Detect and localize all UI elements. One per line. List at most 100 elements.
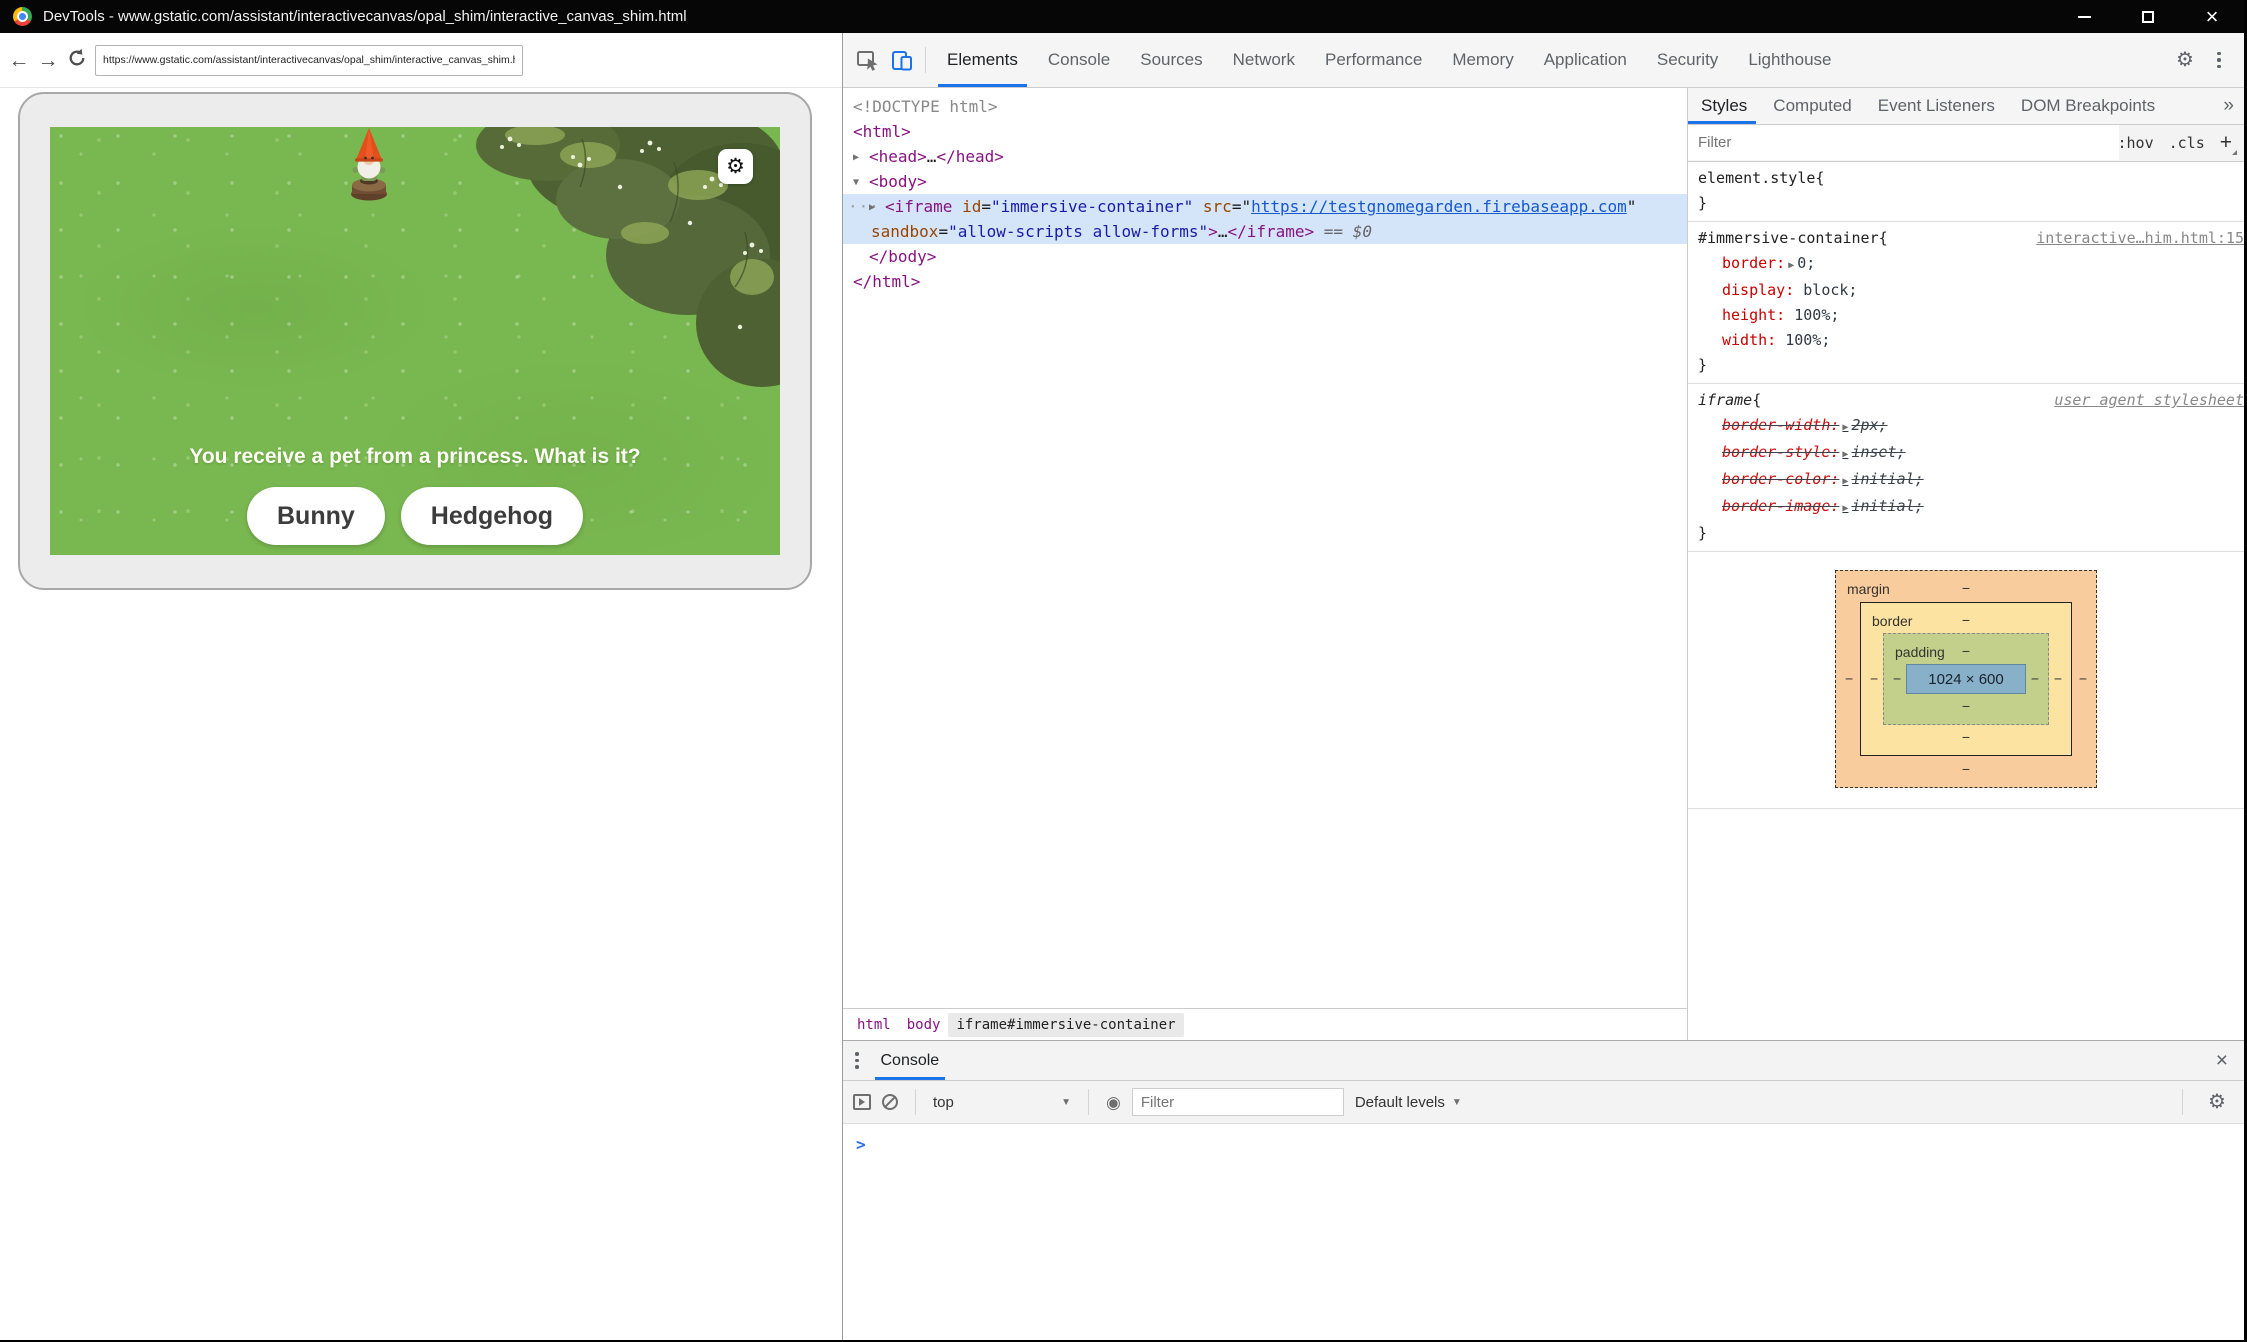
rule-source-link[interactable]: user agent stylesheet bbox=[2054, 388, 2244, 413]
devtools-tab-network[interactable]: Network bbox=[1218, 33, 1310, 87]
rule-source-link[interactable]: interactive…him.html:15 bbox=[2036, 226, 2244, 251]
dom-tree-line[interactable]: </html> bbox=[843, 269, 1687, 294]
breadcrumb-item[interactable]: iframe#immersive-container bbox=[948, 1013, 1183, 1037]
expand-arrow-icon[interactable]: ▶ bbox=[1842, 449, 1848, 460]
code-token: sandbox bbox=[871, 222, 938, 241]
expand-arrow-icon[interactable]: ▼ bbox=[853, 170, 859, 195]
styles-tab-computed[interactable]: Computed bbox=[1760, 88, 1864, 124]
rule-selector-line[interactable]: #immersive-container {interactive…him.ht… bbox=[1688, 226, 2244, 251]
resource-link[interactable]: https://testgnomegarden.firebaseapp.com bbox=[1251, 197, 1627, 216]
breadcrumb-item[interactable]: html bbox=[849, 1013, 899, 1037]
css-property[interactable]: height: 100%; bbox=[1688, 303, 2244, 328]
elements-panel: <!DOCTYPE html> <html>▶<head>…</head>▼<bo… bbox=[843, 88, 1688, 1040]
code-token: = bbox=[981, 197, 991, 216]
breadcrumb-item[interactable]: body bbox=[899, 1013, 949, 1037]
create-live-expression-button[interactable]: ◉ bbox=[1106, 1094, 1121, 1111]
padding-label: padding bbox=[1895, 640, 1945, 665]
expand-arrow-icon[interactable]: ▶ bbox=[853, 145, 859, 170]
log-levels-dropdown[interactable]: Default levels ▼ bbox=[1355, 1094, 1462, 1111]
choice-button-hedgehog[interactable]: Hedgehog bbox=[401, 487, 583, 545]
expand-arrow-icon[interactable]: ▶ bbox=[1842, 503, 1848, 514]
devtools-tab-sources[interactable]: Sources bbox=[1125, 33, 1217, 87]
expand-arrow-icon[interactable]: ▶ bbox=[1842, 422, 1848, 433]
gear-icon: ⚙ bbox=[2208, 1092, 2226, 1112]
rule-selector-line[interactable]: iframe {user agent stylesheet bbox=[1688, 388, 2244, 413]
dom-tree-line[interactable]: <html> bbox=[843, 119, 1687, 144]
clear-console-button[interactable] bbox=[882, 1094, 898, 1110]
more-tabs-icon[interactable]: » bbox=[2223, 95, 2244, 117]
drawer-close-button[interactable]: × bbox=[2216, 1050, 2228, 1071]
console-log-area[interactable]: > bbox=[843, 1124, 2244, 1340]
devtools-tab-elements[interactable]: Elements bbox=[932, 33, 1033, 87]
gear-icon: ⚙ bbox=[2176, 50, 2194, 70]
css-property[interactable]: border-color:▶initial; bbox=[1688, 467, 2244, 494]
devtools-tab-lighthouse[interactable]: Lighthouse bbox=[1733, 33, 1846, 87]
code-token: <iframe bbox=[885, 197, 952, 216]
devtools-tab-application[interactable]: Application bbox=[1529, 33, 1642, 87]
inline-menu-dots-icon[interactable]: ··· bbox=[848, 194, 880, 219]
element-classes-toggle[interactable]: .cls bbox=[2169, 134, 2205, 152]
css-property[interactable]: border-width:▶2px; bbox=[1688, 413, 2244, 440]
minimize-button[interactable] bbox=[2052, 0, 2116, 33]
dom-tree-line[interactable]: <!DOCTYPE html> bbox=[843, 94, 1687, 119]
expand-arrow-icon[interactable]: ▶ bbox=[869, 195, 875, 220]
dom-tree-line[interactable]: sandbox="allow-scripts allow-forms">…</i… bbox=[843, 219, 1687, 244]
code-token: id bbox=[952, 197, 981, 216]
dom-tree-line[interactable]: ···▶<iframe id="immersive-container" src… bbox=[843, 194, 1687, 219]
toolbar-divider bbox=[915, 1089, 916, 1115]
inspect-element-button[interactable] bbox=[851, 43, 885, 77]
new-style-rule-button[interactable]: + bbox=[2220, 131, 2232, 155]
reload-button[interactable] bbox=[66, 48, 88, 72]
devtools-menu-button[interactable] bbox=[2202, 43, 2236, 77]
expand-arrow-icon[interactable]: ▶ bbox=[1842, 476, 1848, 487]
code-token: > bbox=[1208, 222, 1218, 241]
devtools-tab-console[interactable]: Console bbox=[1033, 33, 1125, 87]
console-prompt[interactable]: > bbox=[856, 1135, 866, 1154]
devtools-tab-performance[interactable]: Performance bbox=[1310, 33, 1437, 87]
css-property[interactable]: width: 100%; bbox=[1688, 328, 2244, 353]
styles-tab-dom-breakpoints[interactable]: DOM Breakpoints bbox=[2008, 88, 2168, 124]
pseudo-state-toggle[interactable]: :hov bbox=[2117, 134, 2153, 152]
window-title: DevTools - www.gstatic.com/assistant/int… bbox=[43, 8, 687, 25]
expand-arrow-icon[interactable]: ▶ bbox=[1788, 260, 1794, 271]
close-brace: } bbox=[1688, 521, 2244, 546]
styles-tab-event-listeners[interactable]: Event Listeners bbox=[1865, 88, 2008, 124]
console-context-selector[interactable]: top ▼ bbox=[933, 1094, 1071, 1111]
styles-content: element.style {} #immersive-container {in… bbox=[1688, 162, 2244, 1040]
code-token: " bbox=[1627, 197, 1637, 216]
rule-selector-line[interactable]: element.style { bbox=[1688, 166, 2244, 191]
maximize-button[interactable] bbox=[2116, 0, 2180, 33]
devtools-settings-button[interactable]: ⚙ bbox=[2168, 43, 2202, 77]
box-model-border: border − − − − padding − − − bbox=[1860, 602, 2072, 756]
border-bottom-value: − bbox=[1962, 725, 1970, 750]
url-input[interactable] bbox=[95, 45, 523, 76]
css-property-name: border: bbox=[1722, 254, 1785, 272]
css-property[interactable]: border-style:▶inset; bbox=[1688, 440, 2244, 467]
forward-button[interactable]: → bbox=[37, 50, 59, 71]
dom-tree-line[interactable]: ▼<body> bbox=[843, 169, 1687, 194]
device-toolbar-button[interactable] bbox=[885, 43, 919, 77]
css-property[interactable]: display: block; bbox=[1688, 278, 2244, 303]
console-sidebar-toggle[interactable] bbox=[853, 1094, 871, 1110]
drawer-menu-button[interactable] bbox=[855, 1052, 859, 1069]
css-property[interactable]: border:▶0; bbox=[1688, 251, 2244, 278]
css-property[interactable]: border-image:▶initial; bbox=[1688, 494, 2244, 521]
dom-tree-line[interactable]: ▶<head>…</head> bbox=[843, 144, 1687, 169]
styles-filter-input[interactable] bbox=[1688, 125, 2119, 160]
back-button[interactable]: ← bbox=[8, 50, 30, 71]
styles-tab-styles[interactable]: Styles bbox=[1688, 88, 1760, 124]
console-filter-input[interactable] bbox=[1132, 1088, 1344, 1116]
game-settings-button[interactable]: ⚙ bbox=[718, 149, 753, 184]
console-settings-button[interactable]: ⚙ bbox=[2200, 1085, 2234, 1119]
choice-button-bunny[interactable]: Bunny bbox=[247, 487, 385, 545]
devtools-tab-security[interactable]: Security bbox=[1642, 33, 1733, 87]
code-token: … bbox=[1218, 222, 1228, 241]
css-property-value: initial; bbox=[1851, 497, 1923, 515]
code-token: <!DOCTYPE html> bbox=[853, 97, 998, 116]
title-bar: DevTools - www.gstatic.com/assistant/int… bbox=[0, 0, 2244, 33]
console-tab[interactable]: Console bbox=[869, 1041, 952, 1080]
close-button[interactable]: × bbox=[2180, 0, 2244, 33]
devtools-tab-memory[interactable]: Memory bbox=[1437, 33, 1528, 87]
game-screen: ⚙ You receive a pet from a princess. Wha… bbox=[50, 127, 780, 555]
dom-tree-line[interactable]: </body> bbox=[843, 244, 1687, 269]
